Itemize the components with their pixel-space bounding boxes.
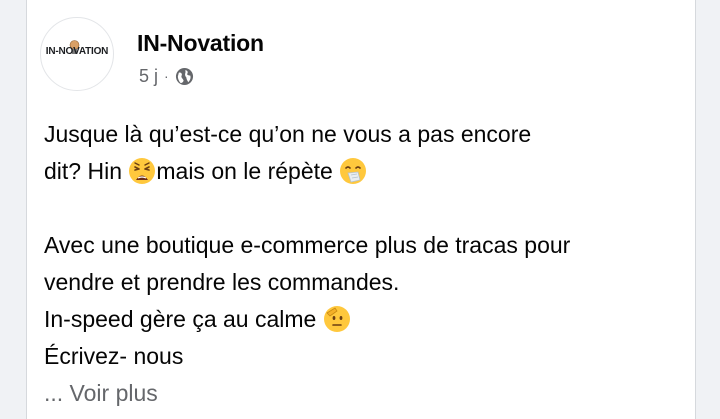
globe-icon[interactable] [175, 67, 194, 86]
post-line: vendre et prendre les commandes. [44, 269, 400, 295]
post-line: dit? Hin mais on le répète [44, 153, 684, 190]
post-card: IN-NOVATION IN-Novation 5 j · Jusque là … [26, 0, 696, 419]
see-more-link[interactable]: ... Voir plus [44, 375, 684, 412]
weary-face-emoji [129, 158, 156, 184]
post-line: Écrivez- nous [44, 343, 184, 369]
avatar-logo-text: IN-NOVATION [45, 46, 109, 57]
saluting-face-emoji [323, 306, 350, 332]
post-line: In-speed gère ça au calme [44, 301, 684, 338]
author-name[interactable]: IN-Novation [137, 30, 264, 57]
post-time[interactable]: 5 j [139, 66, 158, 87]
post-meta: 5 j · [139, 64, 194, 88]
avatar[interactable]: IN-NOVATION [40, 17, 114, 91]
post-line: Jusque là qu’est-ce qu’on ne vous a pas … [44, 121, 532, 147]
sneezing-face-emoji [340, 158, 367, 184]
post-text: Jusque là qu’est-ce qu’on ne vous a pas … [44, 116, 684, 412]
meta-separator: · [164, 68, 169, 84]
post-line: Avec une boutique e-commerce plus de tra… [44, 232, 571, 258]
